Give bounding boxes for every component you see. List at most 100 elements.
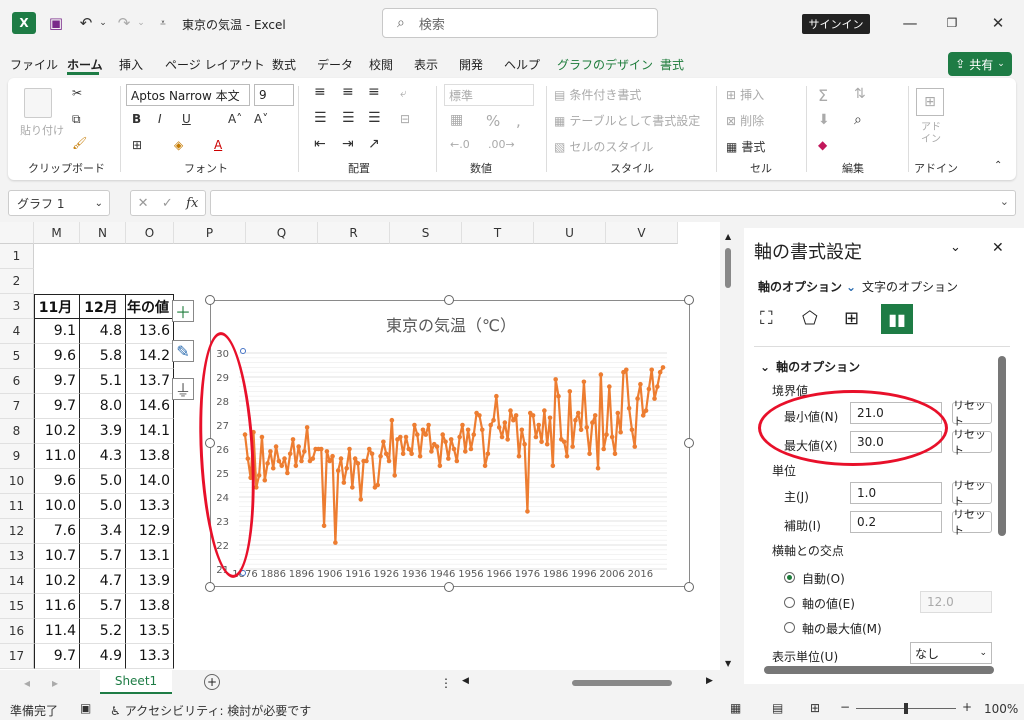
addin-label[interactable]: アド イン bbox=[920, 122, 942, 146]
table-cell[interactable]: 5.8 bbox=[80, 344, 126, 369]
horizontal-scroll-thumb[interactable] bbox=[572, 680, 672, 686]
quick-access-customize-icon[interactable]: ⩡ bbox=[156, 12, 170, 34]
next-sheet-icon[interactable]: ▸ bbox=[52, 676, 58, 690]
save-icon[interactable]: ▣ bbox=[46, 12, 66, 34]
table-cell[interactable]: 14.6 bbox=[126, 394, 174, 419]
copy-icon[interactable]: ⧉ bbox=[72, 112, 81, 127]
find-select-icon[interactable]: ⌕ bbox=[854, 112, 862, 128]
tab-review[interactable]: 校閲 bbox=[369, 56, 393, 73]
format-painter-icon[interactable]: 🖌 bbox=[72, 136, 87, 150]
row-header-17[interactable]: 17 bbox=[0, 644, 34, 669]
display-units-select[interactable]: なし ⌄ bbox=[910, 642, 992, 664]
row-header-8[interactable]: 8 bbox=[0, 419, 34, 444]
table-cell[interactable]: 13.8 bbox=[126, 444, 174, 469]
table-cell[interactable]: 10.0 bbox=[34, 494, 80, 519]
major-reset-button[interactable]: リセット bbox=[952, 479, 992, 508]
tab-developer[interactable]: 開発 bbox=[459, 56, 483, 73]
align-top-icon[interactable]: ≡ bbox=[314, 84, 326, 100]
tab-insert[interactable]: 挿入 bbox=[119, 56, 143, 73]
align-right-icon[interactable]: ☰ bbox=[368, 110, 381, 126]
align-center-icon[interactable]: ☰ bbox=[342, 110, 355, 126]
indent-increase-icon[interactable]: ⇥ bbox=[342, 136, 354, 152]
axis-max-radio[interactable] bbox=[784, 622, 795, 633]
italic-icon[interactable]: I bbox=[158, 112, 162, 126]
table-header-cell[interactable]: 年の値 bbox=[126, 294, 174, 319]
row-header-10[interactable]: 10 bbox=[0, 469, 34, 494]
align-middle-icon[interactable]: ≡ bbox=[342, 84, 354, 100]
table-cell[interactable]: 9.6 bbox=[34, 344, 80, 369]
table-cell[interactable]: 13.8 bbox=[126, 594, 174, 619]
table-cell[interactable]: 14.1 bbox=[126, 419, 174, 444]
delete-cells-button[interactable]: ⊠ 削除 bbox=[726, 112, 764, 129]
table-cell[interactable]: 4.8 bbox=[80, 319, 126, 344]
minimize-icon[interactable]: — bbox=[900, 12, 920, 34]
column-header-N[interactable]: N bbox=[80, 222, 126, 244]
row-header-13[interactable]: 13 bbox=[0, 544, 34, 569]
tab-chart-design[interactable]: グラフのデザイン bbox=[557, 56, 653, 73]
column-header-O[interactable]: O bbox=[126, 222, 174, 244]
chart-elements-button[interactable]: ＋ bbox=[172, 300, 194, 322]
font-color-icon[interactable]: A bbox=[214, 138, 222, 152]
tab-view[interactable]: 表示 bbox=[414, 56, 438, 73]
enter-icon[interactable]: ✓ bbox=[162, 196, 173, 211]
fill-line-icon[interactable]: ⛶ bbox=[760, 308, 773, 329]
axis-value-input[interactable]: 12.0 bbox=[920, 591, 992, 613]
table-cell[interactable]: 9.6 bbox=[34, 469, 80, 494]
table-cell[interactable]: 11.4 bbox=[34, 619, 80, 644]
normal-view-icon[interactable]: ▦ bbox=[730, 701, 741, 715]
row-header-9[interactable]: 9 bbox=[0, 444, 34, 469]
row-header-12[interactable]: 12 bbox=[0, 519, 34, 544]
percent-icon[interactable]: % bbox=[486, 112, 500, 130]
chart-filters-button[interactable]: ⏚ bbox=[172, 378, 194, 400]
paste-label[interactable]: 貼り付け bbox=[20, 122, 64, 138]
scroll-up-icon[interactable]: ▲ bbox=[725, 232, 731, 241]
collapse-ribbon-icon[interactable]: ⌃ bbox=[994, 160, 1002, 171]
table-cell[interactable]: 8.0 bbox=[80, 394, 126, 419]
pane-h-scrollbar[interactable] bbox=[764, 666, 994, 674]
major-unit-input[interactable]: 1.0 bbox=[850, 482, 942, 504]
page-break-view-icon[interactable]: ⊞ bbox=[810, 701, 820, 715]
axis-options-icon[interactable]: ▮▮ bbox=[881, 304, 913, 334]
table-cell[interactable]: 4.9 bbox=[80, 644, 126, 669]
cancel-icon[interactable]: ✕ bbox=[138, 196, 149, 211]
row-header-14[interactable]: 14 bbox=[0, 569, 34, 594]
prev-sheet-icon[interactable]: ◂ bbox=[24, 676, 30, 690]
table-cell[interactable]: 5.2 bbox=[80, 619, 126, 644]
effects-icon[interactable]: ⬠ bbox=[802, 308, 818, 329]
column-header-V[interactable]: V bbox=[606, 222, 678, 244]
name-box[interactable]: グラフ 1 ⌄ bbox=[8, 190, 110, 216]
page-layout-view-icon[interactable]: ▤ bbox=[772, 701, 783, 715]
column-header-R[interactable]: R bbox=[318, 222, 390, 244]
table-cell[interactable]: 5.7 bbox=[80, 594, 126, 619]
zoom-in-icon[interactable]: + bbox=[962, 700, 972, 714]
min-reset-button[interactable]: リセット bbox=[952, 399, 992, 428]
expand-formula-icon[interactable]: ⌄ bbox=[1000, 195, 1009, 208]
tab-page-layout[interactable]: ページ レイアウト bbox=[165, 56, 265, 73]
tab-format[interactable]: 書式 bbox=[660, 56, 684, 73]
addin-icon[interactable]: ⊞ bbox=[916, 88, 944, 116]
signin-button[interactable]: サインイン bbox=[802, 14, 870, 34]
insert-function-icon[interactable]: fx bbox=[186, 196, 198, 211]
table-cell[interactable]: 5.0 bbox=[80, 494, 126, 519]
redo-dropdown-icon[interactable]: ⌄ bbox=[134, 12, 148, 34]
format-as-table-button[interactable]: ▦ テーブルとして書式設定 bbox=[554, 112, 700, 129]
table-cell[interactable]: 7.6 bbox=[34, 519, 80, 544]
conditional-format-button[interactable]: ▤ 条件付き書式 bbox=[554, 86, 641, 103]
bold-icon[interactable]: B bbox=[132, 112, 141, 126]
table-header-cell[interactable]: 12月 bbox=[80, 294, 126, 319]
table-cell[interactable]: 10.7 bbox=[34, 544, 80, 569]
table-cell[interactable]: 5.7 bbox=[80, 544, 126, 569]
column-header-T[interactable]: T bbox=[462, 222, 534, 244]
tab-split-icon[interactable]: ⋮ bbox=[440, 676, 452, 690]
add-sheet-icon[interactable]: + bbox=[204, 674, 220, 690]
row-header-11[interactable]: 11 bbox=[0, 494, 34, 519]
undo-icon[interactable]: ↶ bbox=[76, 12, 96, 34]
pane-scrollbar[interactable] bbox=[998, 356, 1006, 536]
orientation-icon[interactable]: ↗ bbox=[368, 136, 380, 152]
table-cell[interactable]: 5.0 bbox=[80, 469, 126, 494]
table-cell[interactable]: 12.9 bbox=[126, 519, 174, 544]
search-box[interactable]: ⌕ 検索 bbox=[382, 8, 658, 38]
minor-reset-button[interactable]: リセット bbox=[952, 508, 992, 537]
close-window-icon[interactable]: ✕ bbox=[988, 12, 1008, 34]
font-shrink-icon[interactable]: A˅ bbox=[254, 112, 268, 126]
